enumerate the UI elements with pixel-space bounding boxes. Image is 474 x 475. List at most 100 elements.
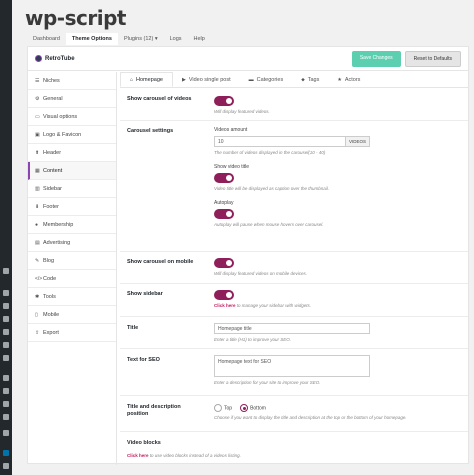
sidemenu-item-visual-options[interactable]: ▭ Visual options xyxy=(28,108,116,126)
videos-amount-input[interactable]: 10 xyxy=(214,136,346,147)
radio-bottom[interactable]: Bottom xyxy=(240,404,266,412)
sidemenu-item-footer[interactable]: ⬇ Footer xyxy=(28,198,116,216)
sidemenu-item-mobile[interactable]: ▯ Mobile xyxy=(28,306,116,324)
sidemenu-item-logo-favicon[interactable]: ▣ Logo & Favicon xyxy=(28,126,116,144)
carousel-mobile-toggle[interactable] xyxy=(214,258,234,268)
setting-label: Title and description position xyxy=(127,404,181,417)
sidemenu-item-tools[interactable]: ✱ Tools xyxy=(28,288,116,306)
sidemenu-item-blog[interactable]: ✎ Blog xyxy=(28,252,116,270)
subtab-actors[interactable]: ★ Actors xyxy=(328,72,369,87)
sidemenu-item-label: Export xyxy=(43,329,59,336)
autoplay-toggle[interactable] xyxy=(214,209,234,219)
sidemenu-item-label: Visual options xyxy=(43,113,78,120)
setting-description: Will display featured videos on mobile d… xyxy=(214,271,308,276)
row-text-seo: Text for SEO Homepage text for SEO Enter… xyxy=(120,349,468,396)
collapse-icon[interactable] xyxy=(3,463,9,469)
row-show-sidebar: Show sidebar Click here to manage your s… xyxy=(120,284,468,317)
setting-description: Choose if you want to display the title … xyxy=(214,415,407,420)
pencil-icon: ✎ xyxy=(35,257,40,264)
wpscript-icon[interactable] xyxy=(3,430,9,436)
sidemenu-item-label: Code xyxy=(43,275,57,282)
show-video-title-toggle[interactable] xyxy=(214,173,234,183)
panel-header: RetroTube Save Changes Reset to Defaults xyxy=(28,47,468,71)
sidemenu-item-advertising[interactable]: ▤ Advertising xyxy=(28,234,116,252)
user-icon: ● xyxy=(35,221,39,228)
radio-label: Bottom xyxy=(250,405,266,412)
setting-description-text: to manage your sidebar with widgets. xyxy=(235,303,312,308)
subtab-categories[interactable]: ▬ Categories xyxy=(240,72,293,87)
gear-icon: ⚙ xyxy=(35,95,40,102)
comments-icon[interactable] xyxy=(3,329,9,335)
tab-dashboard[interactable]: Dashboard xyxy=(27,33,66,45)
subtab-label: Categories xyxy=(256,76,284,83)
options-sidemenu: ☰ Niches ⚙ General ▭ Visual options ▣ Logo &… xyxy=(28,72,117,465)
row-video-blocks: Video blocks Click here to use video blo… xyxy=(120,432,468,460)
subtab-homepage[interactable]: ⌂ Homepage xyxy=(120,72,173,87)
retrotube-logo-icon xyxy=(35,55,42,62)
arrow-up-icon: ⬆ xyxy=(35,149,40,156)
setting-label: Carousel settings xyxy=(127,128,174,134)
seo-text-textarea[interactable]: Homepage text for SEO xyxy=(214,355,370,377)
tools-icon[interactable] xyxy=(3,388,9,394)
dashboard-icon[interactable] xyxy=(3,268,9,274)
sidemenu-item-code[interactable]: </> Code xyxy=(28,270,116,288)
plugin-icon[interactable] xyxy=(3,414,9,420)
pin-icon[interactable] xyxy=(3,303,9,309)
arrow-down-icon: ⬇ xyxy=(35,203,40,210)
setting-label: Show carousel of videos xyxy=(127,96,192,102)
setting-description: The number of videos displayed in the ca… xyxy=(214,150,326,155)
homepage-title-input[interactable]: Homepage title xyxy=(214,323,370,334)
tag-icon: ⬥ xyxy=(301,76,305,83)
sidemenu-item-label: General xyxy=(43,95,63,102)
videos-amount-addon: VIDEOS xyxy=(345,136,370,147)
radio-circle xyxy=(240,404,249,412)
sidemenu-item-membership[interactable]: ● Membership xyxy=(28,216,116,234)
sidemenu-item-label: Mobile xyxy=(43,311,60,318)
appearance-icon[interactable] xyxy=(3,342,9,348)
subtab-video-single-post[interactable]: ▶ Video single post xyxy=(173,72,240,87)
ad-icon: ▤ xyxy=(35,239,40,246)
settings-icon[interactable] xyxy=(3,401,9,407)
show-carousel-toggle[interactable] xyxy=(214,96,234,106)
radio-top[interactable]: Top xyxy=(214,404,232,412)
sidemenu-item-niches[interactable]: ☰ Niches xyxy=(28,72,116,90)
video-blocks-link[interactable]: Click here xyxy=(127,453,149,458)
subtab-label: Tags xyxy=(307,76,320,83)
sidemenu-item-label: Niches xyxy=(43,77,60,84)
top-nav: Dashboard Theme Options Plugins (12) ▾ L… xyxy=(27,33,211,45)
save-changes-button[interactable]: Save Changes xyxy=(351,50,401,67)
pages-icon[interactable] xyxy=(3,316,9,322)
videos-amount-label: Videos amount xyxy=(214,127,248,133)
radio-circle xyxy=(214,404,222,412)
wrench-icon: ✱ xyxy=(35,293,40,300)
show-sidebar-toggle[interactable] xyxy=(214,290,234,300)
tab-plugins[interactable]: Plugins (12) ▾ xyxy=(118,33,164,45)
sidemenu-item-general[interactable]: ⚙ General xyxy=(28,90,116,108)
reset-defaults-button[interactable]: Reset to Defaults xyxy=(404,50,461,67)
manage-sidebar-link[interactable]: Click here xyxy=(214,303,236,308)
sidemenu-item-label: Sidebar xyxy=(43,185,62,192)
row-show-carousel: Show carousel of videos Will display fea… xyxy=(120,89,468,121)
sidemenu-item-header[interactable]: ⬆ Header xyxy=(28,144,116,162)
setting-description: Enter a description for your site to imp… xyxy=(214,380,321,385)
sidemenu-item-sidebar[interactable]: ▥ Sidebar xyxy=(28,180,116,198)
setting-description: Autoplay will pause when mouse hovers ov… xyxy=(214,222,324,227)
plugins-icon[interactable] xyxy=(3,355,9,361)
tab-logs[interactable]: Logs xyxy=(164,33,188,45)
media-icon[interactable] xyxy=(3,290,9,296)
theme-options-icon[interactable] xyxy=(3,450,9,456)
sidemenu-item-label: Tools xyxy=(43,293,56,300)
setting-description: Video title will be displayed as caption… xyxy=(214,186,329,191)
setting-description: Click here to manage your sidebar with w… xyxy=(214,303,464,308)
users-icon[interactable] xyxy=(3,375,9,381)
row-title: Title Homepage title Enter a title (H1) … xyxy=(120,317,468,349)
setting-label: Show carousel on mobile xyxy=(127,259,194,265)
sidemenu-item-content[interactable]: ▦ Content xyxy=(28,162,116,180)
content-subtabs: ⌂ Homepage ▶ Video single post ▬ Categories… xyxy=(120,72,468,88)
tab-help[interactable]: Help xyxy=(188,33,211,45)
tab-theme-options[interactable]: Theme Options xyxy=(65,33,118,45)
subtab-tags[interactable]: ⬥ Tags xyxy=(292,72,328,87)
sidemenu-item-label: Advertising xyxy=(43,239,71,246)
subtab-label: Homepage xyxy=(136,76,163,83)
sidemenu-item-export[interactable]: ⇪ Export xyxy=(28,324,116,342)
